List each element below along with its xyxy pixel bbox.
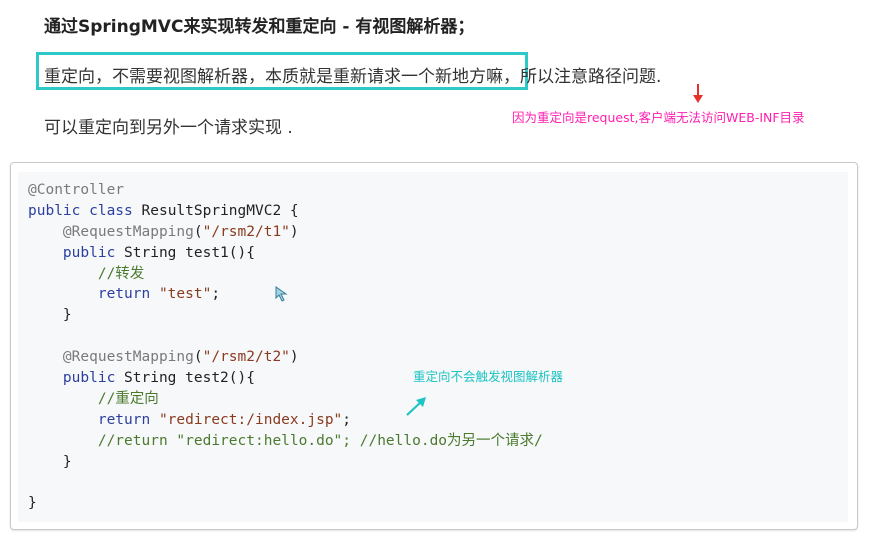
teal-annotation: 重定向不会触发视图解析器 xyxy=(413,369,564,384)
code-token: "/rsm2/t1" xyxy=(202,223,290,240)
code-line: //转发 xyxy=(28,264,543,285)
code-token: "redirect:/index.jsp" xyxy=(158,411,343,428)
code-token: @RequestMapping xyxy=(62,349,194,366)
code-token: public xyxy=(62,244,125,261)
code-token: } xyxy=(28,495,37,512)
code-token: return xyxy=(97,286,159,303)
code-token: ResultSpringMVC2 { xyxy=(141,202,299,219)
code-token: String test1(){ xyxy=(124,244,255,261)
code-token: //重定向 xyxy=(97,390,159,407)
code-line: } xyxy=(28,452,543,473)
redirect-description: 重定向，不需要视图解析器，本质就是重新请求一个新地方嘛，所以注意路径问题. xyxy=(44,67,662,87)
code-line: @RequestMapping("/rsm2/t1") xyxy=(28,222,543,243)
code-token: } xyxy=(28,453,72,470)
code-block: @Controller public class ResultSpringMVC2… xyxy=(28,180,543,514)
code-line: } xyxy=(28,305,543,326)
code-token: ) xyxy=(289,223,299,240)
code-line: public class ResultSpringMVC2 { xyxy=(28,201,543,222)
code-token: public class xyxy=(28,202,142,219)
code-line: } xyxy=(28,493,543,514)
teal-up-arrow-icon xyxy=(406,397,426,416)
code-token: ; xyxy=(342,411,352,428)
code-line: public String test1(){ xyxy=(28,243,543,264)
code-token: @Controller xyxy=(28,182,125,198)
code-line: @Controller xyxy=(28,180,543,201)
code-line: @RequestMapping("/rsm2/t2") xyxy=(28,347,543,368)
red-annotation: 因为重定向是request,客户端无法访问WEB-INF目录 xyxy=(512,110,805,125)
code-token: ( xyxy=(193,223,203,240)
code-token: @RequestMapping xyxy=(62,223,194,240)
code-token: public xyxy=(62,370,125,387)
mouse-cursor-icon xyxy=(275,286,288,302)
code-token: //转发 xyxy=(97,265,145,282)
code-token: return xyxy=(97,411,159,428)
redirect-subtitle: 可以重定向到另外一个请求实现 . xyxy=(44,118,293,138)
code-token: } xyxy=(28,307,72,324)
code-line: //return "redirect:hello.do"; //hello.do… xyxy=(28,431,543,452)
code-token: ( xyxy=(193,349,203,366)
code-line: return "redirect:/index.jsp"; xyxy=(28,410,543,431)
code-token: ) xyxy=(289,349,299,366)
page-heading: 通过SpringMVC来实现转发和重定向 - 有视图解析器； xyxy=(44,17,475,37)
code-token: String test2(){ xyxy=(124,370,255,387)
code-line: //重定向 xyxy=(28,389,543,410)
code-token: ; xyxy=(211,286,221,303)
code-token: //return "redirect:hello.do"; //hello.do… xyxy=(97,432,543,449)
code-token: "/rsm2/t2" xyxy=(202,349,290,366)
code-token: "test" xyxy=(158,286,212,303)
red-down-arrow-icon xyxy=(693,84,703,103)
